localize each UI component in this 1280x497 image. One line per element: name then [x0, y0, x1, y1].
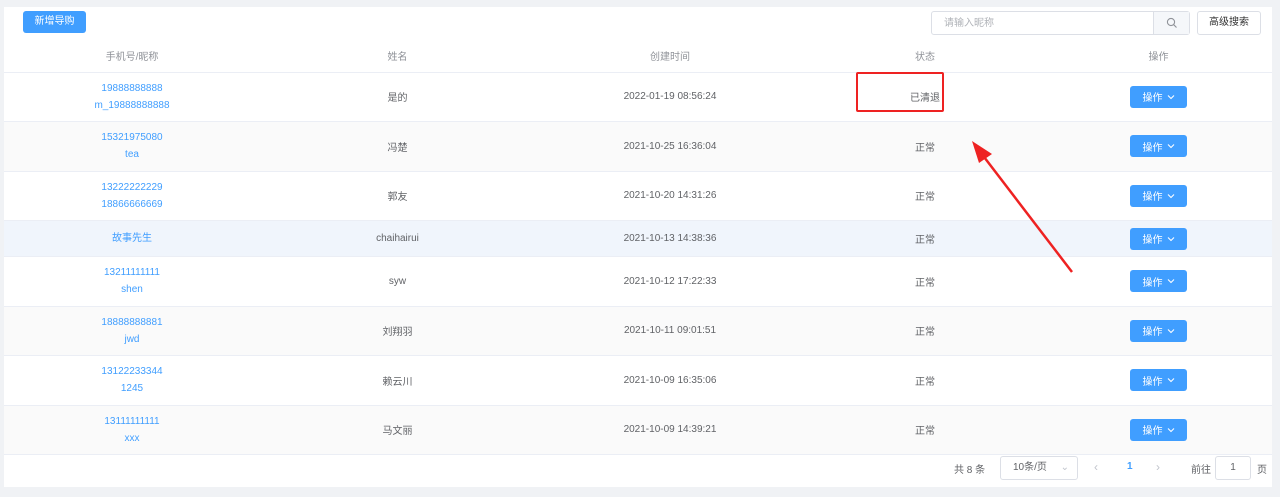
status-cell: 正常 — [805, 355, 1045, 406]
nickname-link[interactable]: m_19888888888 — [4, 97, 260, 114]
action-dropdown-button[interactable]: 操作 — [1130, 270, 1187, 293]
phone-link[interactable]: 18888888881 — [4, 314, 260, 331]
name-cell: chaihairui — [260, 220, 535, 257]
action-label: 操作 — [1142, 142, 1163, 154]
phone-link[interactable]: 故事先生 — [4, 230, 260, 247]
phone-link[interactable]: 13222222229 — [4, 179, 260, 196]
nickname-link[interactable]: 18866666669 — [4, 196, 260, 213]
action-dropdown-button[interactable]: 操作 — [1130, 227, 1187, 250]
status-cell: 已清退 — [805, 72, 1045, 122]
chevron-down-icon — [1167, 427, 1174, 433]
phone-link[interactable]: 13211111111 — [4, 264, 260, 281]
phone-link[interactable]: 19888888888 — [4, 80, 260, 97]
action-label: 操作 — [1142, 235, 1163, 246]
action-label: 操作 — [1142, 277, 1163, 289]
nickname-link[interactable]: tea — [4, 146, 260, 163]
name-cell: 是的 — [260, 72, 535, 122]
action-label: 操作 — [1142, 93, 1163, 105]
created-cell: 2021-10-20 14:31:26 — [535, 171, 805, 221]
created-cell: 2021-10-09 14:39:21 — [535, 405, 805, 455]
status-cell: 正常 — [805, 256, 1045, 307]
goto-label: 前往 — [1191, 465, 1211, 476]
chevron-down-icon — [1167, 328, 1174, 334]
created-cell: 2021-10-09 16:35:06 — [535, 355, 805, 406]
action-dropdown-button[interactable]: 操作 — [1130, 319, 1187, 342]
search-box — [931, 11, 1190, 35]
table-row: 13111111111 xxx 马文丽 2021-10-09 14:39:21 正… — [4, 405, 1272, 455]
pagination: 共 8 条 10条/页 ⌄ ‹ 1 › 前往 1 页 — [4, 456, 1272, 482]
name-cell: 冯楚 — [260, 121, 535, 172]
table-row: 15321975080 tea 冯楚 2021-10-25 16:36:04 正常… — [4, 121, 1272, 172]
status-cell: 正常 — [805, 121, 1045, 172]
total-count: 共 8 条 — [954, 465, 986, 476]
page-number-current[interactable]: 1 — [1127, 461, 1133, 472]
nickname-link[interactable]: xxx — [4, 430, 260, 447]
add-guide-button[interactable]: 新增导购 — [23, 11, 86, 33]
chevron-down-icon — [1167, 94, 1174, 100]
created-cell: 2021-10-12 17:22:33 — [535, 256, 805, 307]
guide-table: 手机号/昵称 姓名 创建时间 状态 操作 19888888888 m_198888… — [4, 40, 1272, 455]
prev-page-icon[interactable]: ‹ — [1094, 460, 1098, 474]
content-panel: 新增导购 高级搜索 手机号/昵称 姓名 创建时间 状态 操作 — [4, 7, 1272, 487]
chevron-down-icon — [1167, 378, 1174, 383]
action-dropdown-button[interactable]: 操作 — [1130, 418, 1187, 441]
name-cell: 刘翔羽 — [260, 306, 535, 356]
action-label: 操作 — [1142, 192, 1163, 204]
goto-page-input[interactable]: 1 — [1215, 456, 1251, 480]
header-actions: 操作 — [1045, 40, 1272, 73]
table-row: 18888888881 jwd 刘翔羽 2021-10-11 09:01:51 正… — [4, 306, 1272, 356]
table-row: 故事先生 chaihairui 2021-10-13 14:38:36 正常 操… — [4, 220, 1272, 257]
nickname-link[interactable]: jwd — [4, 331, 260, 348]
table-row: 13122233344 1245 赖云川 2021-10-09 16:35:06 … — [4, 355, 1272, 406]
created-cell: 2021-10-13 14:38:36 — [535, 220, 805, 257]
name-cell: syw — [260, 256, 535, 307]
name-cell: 赖云川 — [260, 355, 535, 406]
toolbar: 新增导购 高级搜索 — [4, 7, 1272, 40]
next-page-icon[interactable]: › — [1156, 460, 1160, 474]
status-cell: 正常 — [805, 171, 1045, 221]
phone-link[interactable]: 13111111111 — [4, 413, 260, 430]
page-size-value: 10条/页 — [1013, 462, 1047, 473]
chevron-down-icon — [1167, 236, 1174, 241]
header-created-time: 创建时间 — [535, 40, 805, 73]
created-cell: 2021-10-11 09:01:51 — [535, 306, 805, 356]
header-status: 状态 — [805, 40, 1045, 73]
name-cell: 郭友 — [260, 171, 535, 221]
action-dropdown-button[interactable]: 操作 — [1130, 369, 1187, 392]
header-phone-nickname: 手机号/昵称 — [4, 40, 260, 73]
created-cell: 2022-01-19 08:56:24 — [535, 72, 805, 122]
action-dropdown-button[interactable]: 操作 — [1130, 184, 1187, 207]
goto-suffix-label: 页 — [1257, 465, 1267, 476]
chevron-down-icon — [1167, 144, 1174, 149]
action-dropdown-button[interactable]: 操作 — [1130, 85, 1187, 108]
advanced-search-button[interactable]: 高级搜索 — [1197, 11, 1261, 35]
action-dropdown-button[interactable]: 操作 — [1130, 135, 1187, 158]
status-cell: 正常 — [805, 306, 1045, 356]
phone-link[interactable]: 15321975080 — [4, 129, 260, 146]
nickname-link[interactable]: 1245 — [4, 380, 260, 397]
table-row: 13222222229 18866666669 郭友 2021-10-20 14:… — [4, 171, 1272, 221]
nickname-search-input[interactable] — [932, 12, 1152, 34]
status-cell: 正常 — [805, 220, 1045, 257]
table-row: 19888888888 m_19888888888 是的 2022-01-19 0… — [4, 72, 1272, 122]
search-icon — [1166, 17, 1177, 28]
status-cell: 正常 — [805, 405, 1045, 455]
chevron-down-icon — [1167, 279, 1174, 284]
chevron-down-icon: ⌄ — [1060, 462, 1069, 473]
header-name: 姓名 — [260, 40, 535, 73]
action-label: 操作 — [1142, 376, 1163, 388]
name-cell: 马文丽 — [260, 405, 535, 455]
table-header-row: 手机号/昵称 姓名 创建时间 状态 操作 — [4, 40, 1272, 73]
created-cell: 2021-10-25 16:36:04 — [535, 121, 805, 172]
table-row: 13211111111 shen syw 2021-10-12 17:22:33 … — [4, 256, 1272, 307]
action-label: 操作 — [1142, 426, 1163, 438]
chevron-down-icon — [1167, 193, 1174, 199]
page-size-select[interactable]: 10条/页 ⌄ — [1000, 456, 1078, 480]
nickname-link[interactable]: shen — [4, 281, 260, 298]
phone-link[interactable]: 13122233344 — [4, 363, 260, 380]
action-label: 操作 — [1142, 327, 1163, 339]
search-button[interactable] — [1153, 12, 1189, 34]
